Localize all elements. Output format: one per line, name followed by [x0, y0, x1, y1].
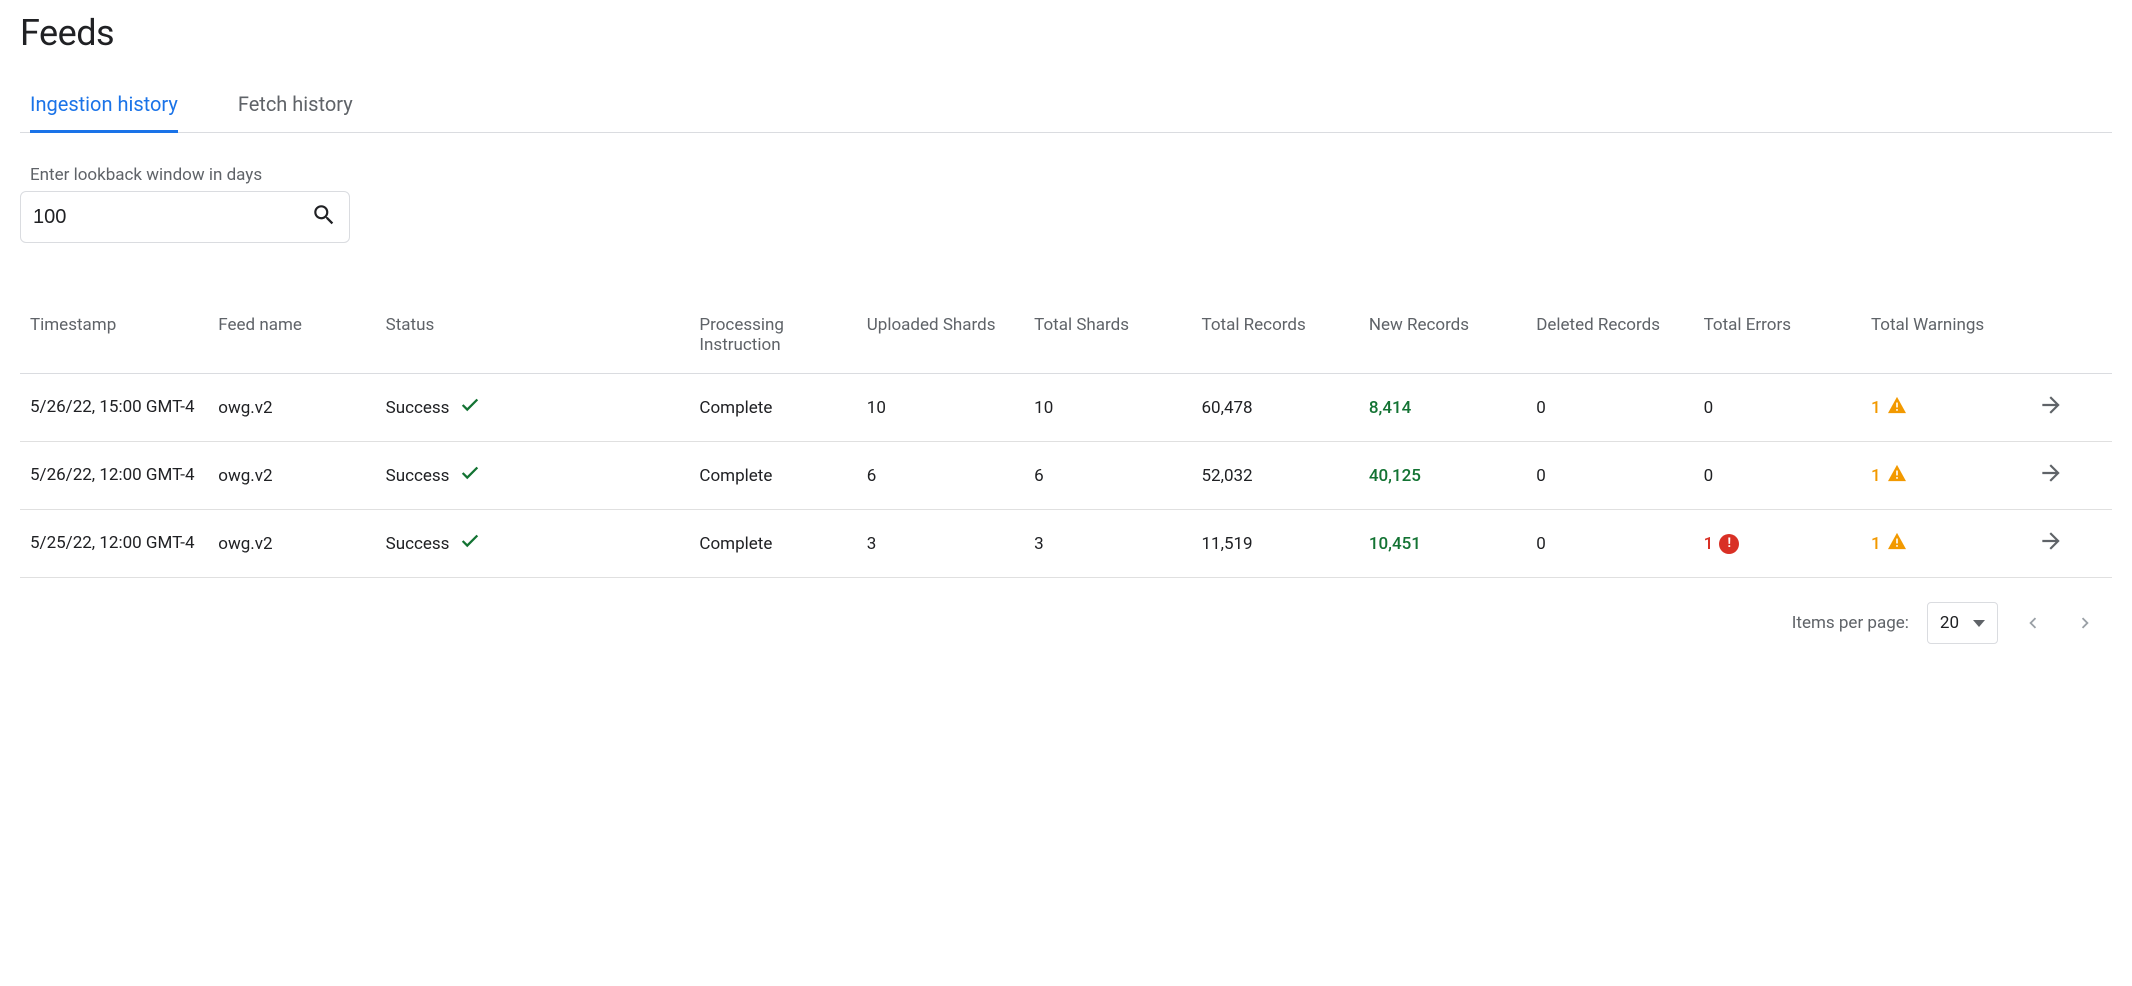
cell-deleted-records: 0 [1526, 510, 1693, 578]
row-detail-button[interactable] [2038, 460, 2064, 486]
tab-ingestion-history[interactable]: Ingestion history [30, 84, 178, 133]
page-size-value: 20 [1940, 613, 1959, 633]
col-deleted-records[interactable]: Deleted Records [1526, 303, 1693, 374]
col-total-errors[interactable]: Total Errors [1694, 303, 1861, 374]
dropdown-icon [1973, 620, 1985, 627]
table-row: 5/25/22, 12:00 GMT-4owg.v2SuccessComplet… [20, 510, 2112, 578]
next-page-button[interactable] [2068, 606, 2102, 640]
search-icon[interactable] [311, 202, 337, 232]
cell-status: Success [376, 510, 690, 578]
cell-new-records: 10,451 [1359, 510, 1526, 578]
cell-total-records: 60,478 [1192, 374, 1359, 442]
tab-fetch-history[interactable]: Fetch history [238, 84, 353, 133]
row-detail-button[interactable] [2038, 528, 2064, 554]
lookback-field-wrap [20, 191, 350, 243]
cell-total-warnings: 1 [1861, 510, 2028, 578]
col-status[interactable]: Status [376, 303, 690, 374]
cell-feed-name: owg.v2 [208, 374, 375, 442]
cell-timestamp: 5/26/22, 15:00 GMT-4 [20, 374, 208, 442]
col-total-shards[interactable]: Total Shards [1024, 303, 1191, 374]
check-icon [459, 462, 481, 489]
col-total-records[interactable]: Total Records [1192, 303, 1359, 374]
cell-new-records: 40,125 [1359, 442, 1526, 510]
cell-uploaded-shards: 3 [857, 510, 1024, 578]
cell-processing: Complete [689, 374, 856, 442]
check-icon [459, 394, 481, 421]
cell-status: Success [376, 374, 690, 442]
warning-icon [1887, 396, 1907, 419]
error-badge: 1! [1704, 534, 1740, 554]
cell-total-shards: 10 [1024, 374, 1191, 442]
cell-total-shards: 6 [1024, 442, 1191, 510]
page-size-select[interactable]: 20 [1927, 602, 1998, 644]
error-icon: ! [1719, 534, 1739, 554]
ingestion-table: Timestamp Feed name Status Processing In… [20, 303, 2112, 578]
cell-uploaded-shards: 10 [857, 374, 1024, 442]
cell-deleted-records: 0 [1526, 442, 1693, 510]
cell-total-errors: 0 [1704, 466, 1714, 486]
cell-total-shards: 3 [1024, 510, 1191, 578]
cell-processing: Complete [689, 510, 856, 578]
cell-uploaded-shards: 6 [857, 442, 1024, 510]
cell-total-records: 52,032 [1192, 442, 1359, 510]
cell-total-warnings: 1 [1861, 374, 2028, 442]
table-row: 5/26/22, 12:00 GMT-4owg.v2SuccessComplet… [20, 442, 2112, 510]
col-feed-name[interactable]: Feed name [208, 303, 375, 374]
cell-new-records: 8,414 [1359, 374, 1526, 442]
prev-page-button[interactable] [2016, 606, 2050, 640]
cell-feed-name: owg.v2 [208, 442, 375, 510]
cell-total-errors: 0 [1704, 398, 1714, 418]
page-title: Feeds [20, 12, 2112, 54]
items-per-page-label: Items per page: [1792, 613, 1909, 633]
lookback-label: Enter lookback window in days [20, 165, 2112, 185]
cell-feed-name: owg.v2 [208, 510, 375, 578]
col-processing-instruction[interactable]: Processing Instruction [689, 303, 856, 374]
col-timestamp[interactable]: Timestamp [20, 303, 208, 374]
cell-processing: Complete [689, 442, 856, 510]
col-new-records[interactable]: New Records [1359, 303, 1526, 374]
tabs-bar: Ingestion history Fetch history [20, 84, 2112, 133]
cell-deleted-records: 0 [1526, 374, 1693, 442]
row-detail-button[interactable] [2038, 392, 2064, 418]
warning-icon [1887, 532, 1907, 555]
col-uploaded-shards[interactable]: Uploaded Shards [857, 303, 1024, 374]
cell-timestamp: 5/26/22, 12:00 GMT-4 [20, 442, 208, 510]
pagination-bar: Items per page: 20 [20, 602, 2112, 644]
cell-timestamp: 5/25/22, 12:00 GMT-4 [20, 510, 208, 578]
col-total-warnings[interactable]: Total Warnings [1861, 303, 2028, 374]
check-icon [459, 530, 481, 557]
cell-total-warnings: 1 [1861, 442, 2028, 510]
lookback-input[interactable] [33, 206, 311, 229]
table-row: 5/26/22, 15:00 GMT-4owg.v2SuccessComplet… [20, 374, 2112, 442]
cell-status: Success [376, 442, 690, 510]
warning-icon [1887, 464, 1907, 487]
cell-total-records: 11,519 [1192, 510, 1359, 578]
